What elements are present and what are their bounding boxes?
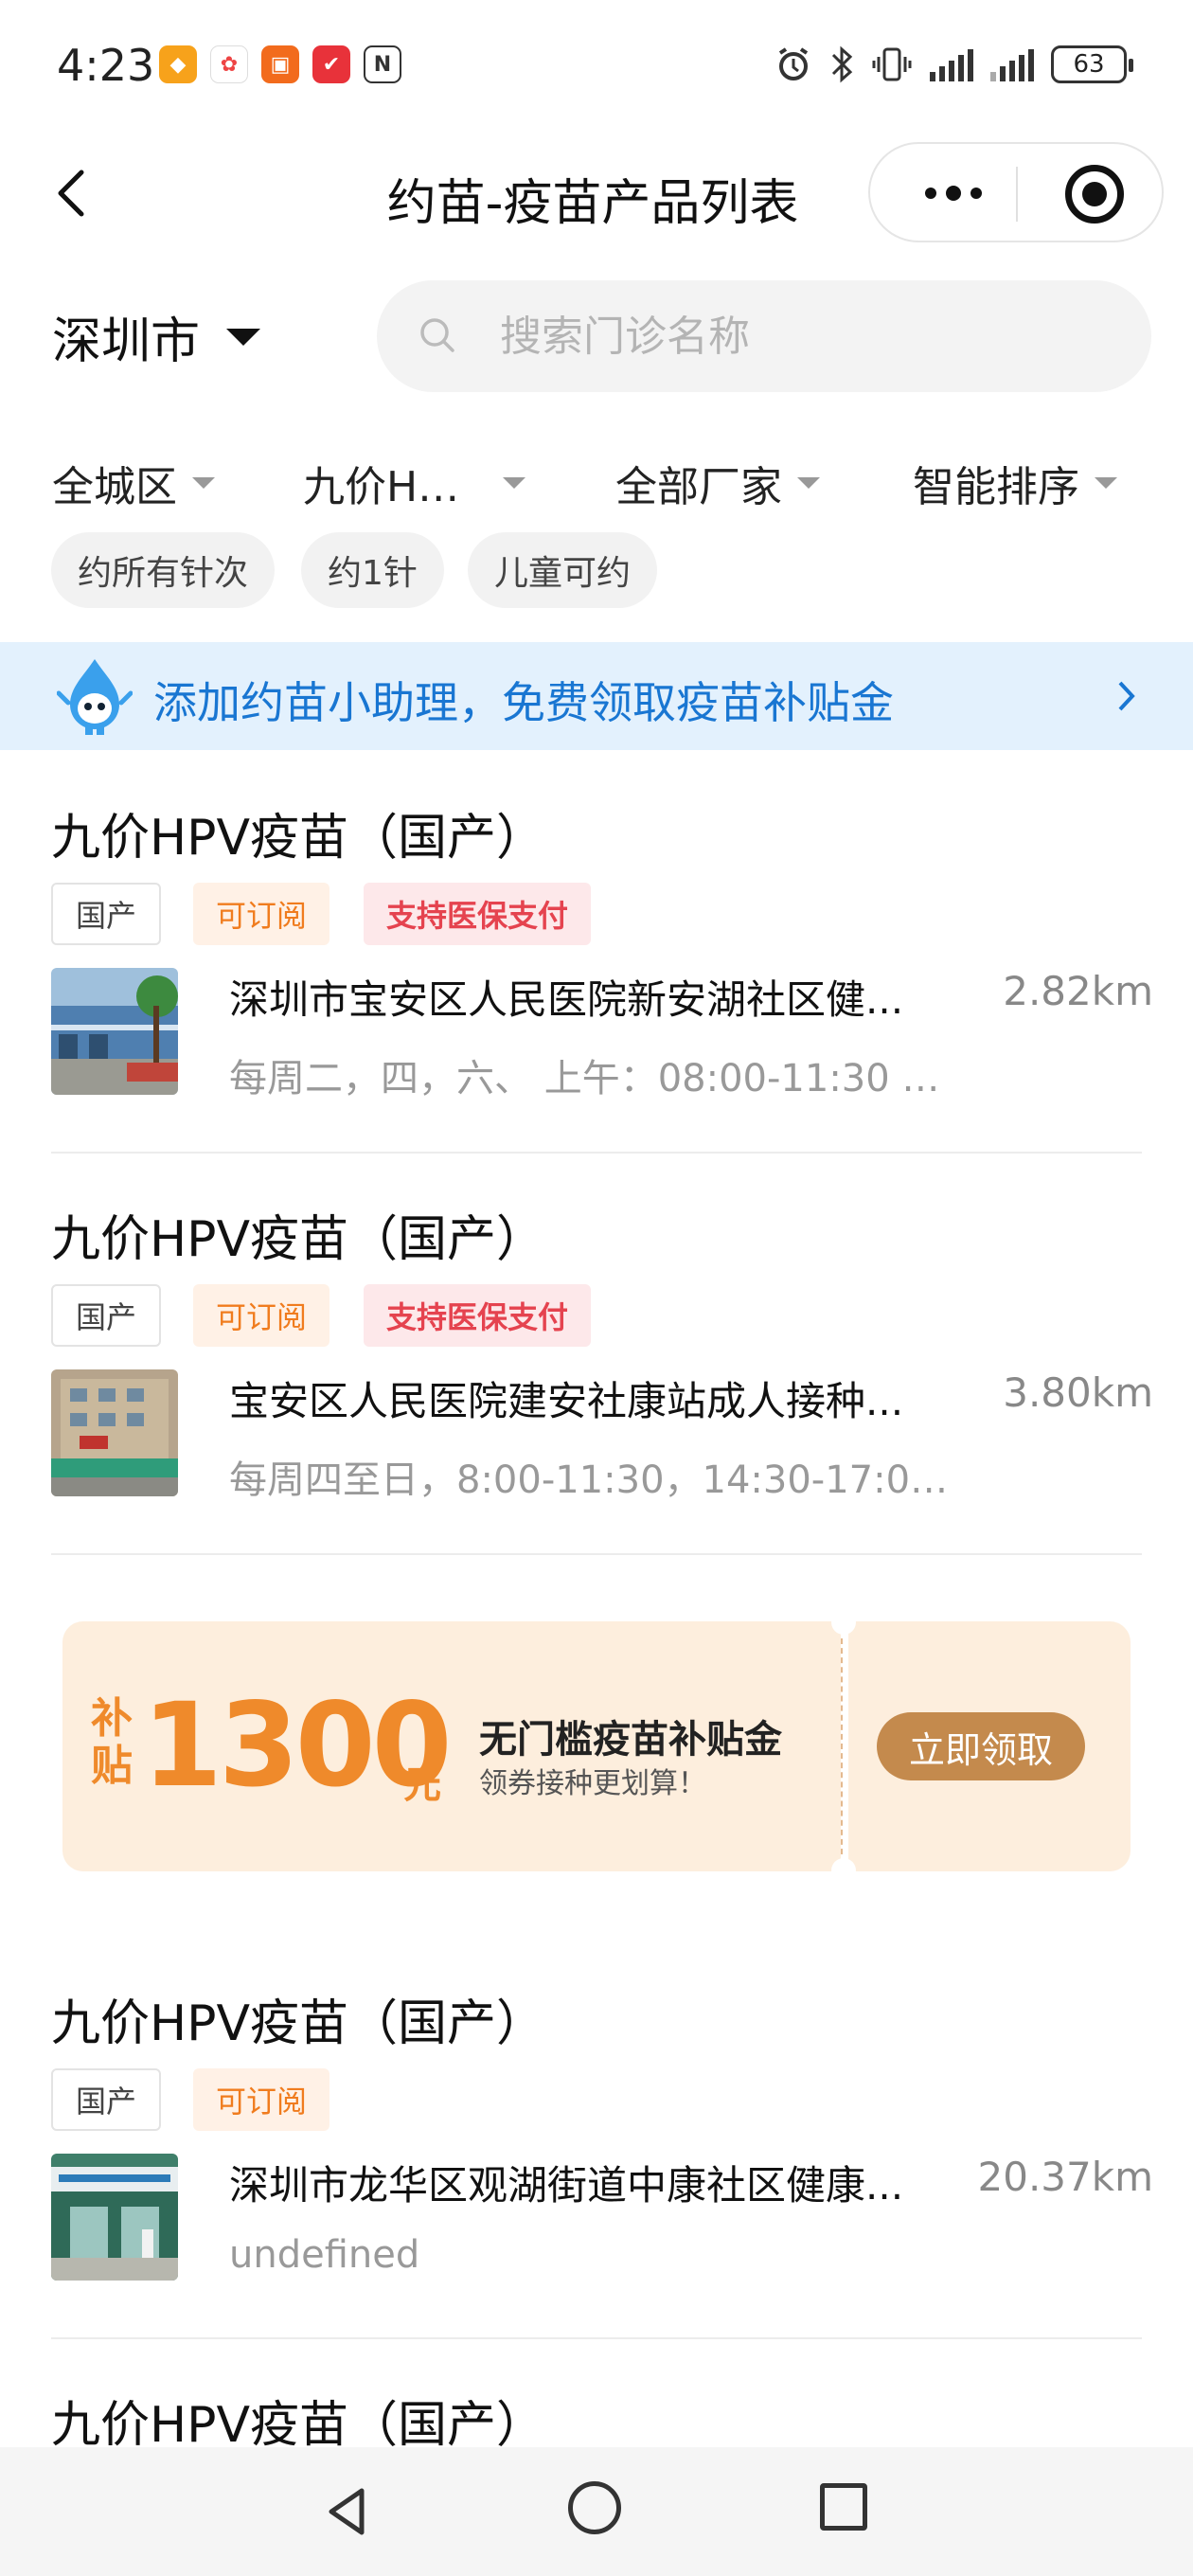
tag-insurance: 支持医保支付 [364, 1284, 592, 1347]
system-navigation-bar [0, 2447, 1193, 2576]
back-triangle-icon[interactable] [320, 2483, 377, 2540]
clinic-distance: 3.80km [1003, 1369, 1153, 1416]
vaccine-title: 九价HPV疫苗（国产） [51, 1995, 546, 2052]
capsule-divider [1016, 167, 1018, 222]
clinic-distance: 20.37km [977, 2154, 1153, 2200]
clinic-hours: 每周二，四，六、 上午：08:00-11:30 下... [229, 1057, 968, 1100]
vibrate-icon [872, 47, 912, 81]
caret-down-icon [503, 477, 526, 489]
vaccine-title: 九价HPV疫苗（国产） [51, 2397, 546, 2447]
assistant-banner[interactable]: 添加约苗小助理，免费领取疫苗补贴金 [0, 642, 1193, 750]
battery-level: 63 [1073, 50, 1105, 79]
tag-domestic: 国产 [51, 1284, 162, 1347]
filter-manufacturer[interactable]: 全部厂家 [615, 453, 820, 513]
banner-text: 添加约苗小助理，免费领取疫苗补贴金 [153, 677, 894, 728]
app-icon-4: ✔ [312, 45, 350, 83]
tag-insurance: 支持医保支付 [364, 883, 592, 945]
coupon-notch [831, 1858, 856, 1883]
clinic-name: 深圳市宝安区人民医院新安湖社区健... [229, 976, 904, 1023]
city-label: 深圳市 [52, 313, 201, 370]
subsidy-word: 补贴 [91, 1694, 133, 1790]
mascot-icon [57, 659, 133, 735]
search-icon [420, 318, 454, 352]
filter-label: 智能排序 [913, 463, 1079, 511]
filter-sort[interactable]: 智能排序 [913, 453, 1117, 513]
more-icon[interactable] [908, 163, 999, 224]
subsidy-coupon-card[interactable]: 补贴 1300 元 无门槛疫苗补贴金 领券接种更划算！ 立即领取 [62, 1610, 1131, 1883]
divider [51, 1553, 1142, 1555]
bluetooth-icon [831, 45, 853, 83]
subsidy-subtitle: 领券接种更划算！ [479, 1767, 706, 1800]
app-icon-2: ✿ [210, 45, 248, 83]
mini-program-capsule [868, 142, 1164, 242]
clinic-name: 深圳市龙华区观湖街道中康社区健康... [229, 2162, 904, 2209]
clinic-name: 宝安区人民医院建安社康站成人接种... [229, 1378, 904, 1424]
vaccine-list-item[interactable]: 九价HPV疫苗（国产） 国产 可订阅 支持医保支付 深圳市宝安区人民医院新安湖社… [0, 797, 1193, 1172]
caret-down-icon [226, 328, 261, 346]
vaccine-title: 九价HPV疫苗（国产） [51, 1211, 546, 1268]
battery-icon: 63 [1051, 45, 1133, 83]
nfc-icon: N [364, 45, 401, 83]
clinic-distance: 2.82km [1003, 968, 1153, 1014]
filter-label: 全部厂家 [615, 463, 782, 511]
tag-subscribable: 可订阅 [193, 883, 330, 945]
tag-subscribable: 可订阅 [193, 1284, 330, 1347]
chip-one-dose[interactable]: 约1针 [301, 532, 444, 608]
filter-label: 全城区 [52, 463, 177, 511]
notification-icons: ◆ ✿ ▣ ✔ N [159, 45, 401, 83]
vaccine-title: 九价HPV疫苗（国产） [51, 810, 546, 867]
app-icon-3: ▣ [261, 45, 299, 83]
tag-domestic: 国产 [51, 2068, 162, 2131]
chip-all-doses[interactable]: 约所有针次 [51, 532, 276, 608]
divider [51, 1152, 1142, 1154]
coupon-divider [841, 1638, 843, 1854]
caret-down-icon [192, 477, 215, 489]
signal-icon-1 [930, 47, 973, 81]
filter-label: 九价H… [303, 463, 460, 511]
claim-button[interactable]: 立即领取 [877, 1712, 1085, 1780]
search-box[interactable] [377, 280, 1151, 392]
status-time: 4:23 [57, 40, 155, 91]
signal-icon-2 [990, 47, 1034, 81]
close-mini-program-icon[interactable] [1065, 165, 1124, 224]
filter-vaccine[interactable]: 九价H… [303, 453, 526, 513]
status-right: 63 [775, 45, 1133, 83]
clinic-hours: 每周四至日，8:00-11:30，14:30-17:00。 [229, 1458, 968, 1502]
caret-down-icon [1095, 477, 1117, 489]
clinic-photo [51, 2154, 178, 2281]
vaccine-list-item[interactable]: 九价HPV疫苗（国产） 国产 可订阅 支持医保支付 宝安区人民医院建安社康站成人… [0, 1199, 1193, 1574]
vaccine-list-item[interactable]: 九价HPV疫苗（国产） 国产 可订阅 深圳市龙华区观湖街道中康社区健康... 2… [0, 1983, 1193, 2358]
subsidy-unit: 元 [403, 1763, 441, 1807]
tag-subscribable: 可订阅 [193, 2068, 330, 2131]
filter-district[interactable]: 全城区 [52, 453, 215, 513]
recents-square-icon[interactable] [820, 2483, 867, 2531]
chip-children[interactable]: 儿童可约 [468, 532, 658, 608]
city-selector[interactable]: 深圳市 [52, 301, 261, 372]
caret-down-icon [797, 477, 820, 489]
subsidy-title: 无门槛疫苗补贴金 [479, 1718, 782, 1762]
status-bar: 4:23 ◆ ✿ ▣ ✔ N 63 [0, 0, 1193, 133]
nav-bar: 约苗-疫苗产品列表 [0, 142, 1193, 246]
app-icon-1: ◆ [159, 45, 197, 83]
tag-domestic: 国产 [51, 883, 162, 945]
alarm-icon [778, 47, 809, 80]
coupon-notch [831, 1610, 856, 1635]
vaccine-list-item[interactable]: 九价HPV疫苗（国产） [0, 2385, 1193, 2447]
home-circle-icon[interactable] [568, 2481, 621, 2534]
search-input[interactable] [500, 280, 1106, 392]
clinic-hours: undefined [229, 2233, 420, 2277]
chevron-right-icon [1118, 681, 1135, 711]
clinic-photo [51, 1369, 178, 1496]
divider [51, 2337, 1142, 2339]
clinic-photo [51, 968, 178, 1095]
